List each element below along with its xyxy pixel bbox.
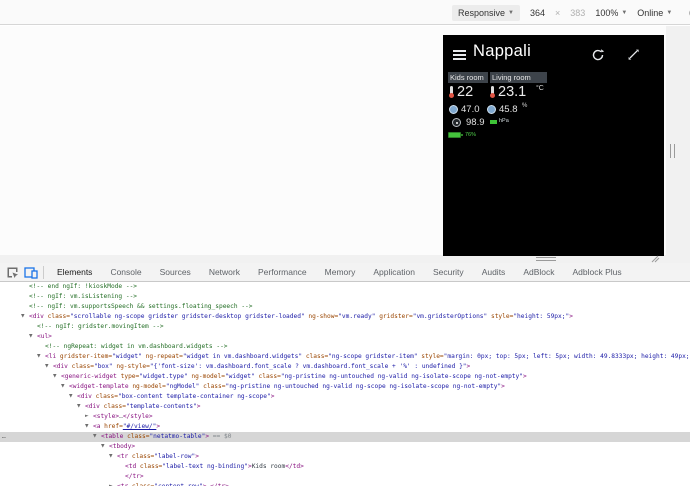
zoom-level: 100% xyxy=(595,8,618,18)
throttling-label: Online xyxy=(637,8,663,18)
app-title: Nappali xyxy=(473,42,531,61)
devtools-tabbar: ElementsConsoleSourcesNetworkPerformance… xyxy=(0,263,690,282)
tree-toggle-icon[interactable]: ▼ xyxy=(37,352,45,362)
refresh-icon[interactable] xyxy=(591,48,605,62)
humidity-unit: % xyxy=(522,103,527,109)
tab-elements[interactable]: Elements xyxy=(48,263,101,281)
gutter-ellipsis[interactable]: … xyxy=(2,432,5,442)
code-line[interactable]: <!-- end ngIf: !kioskMode --> xyxy=(0,282,690,292)
code-line[interactable]: </tr> xyxy=(0,472,690,482)
tree-toggle-icon[interactable]: ▼ xyxy=(21,312,29,322)
tree-toggle-icon[interactable]: ▼ xyxy=(53,372,61,382)
tree-toggle-icon[interactable]: ▼ xyxy=(29,332,37,342)
viewport-bottom-gutter xyxy=(0,255,690,263)
device-toolbar-icon xyxy=(24,266,38,279)
tab-adblock[interactable]: AdBlock xyxy=(514,263,563,281)
device-toolbar: Responsive ▼ 364 × 383 100% ▼ Online ▼ xyxy=(0,0,690,25)
code-line[interactable]: ►<tr class="content-row">…</tr> xyxy=(0,482,690,486)
tree-toggle-icon[interactable]: ▼ xyxy=(93,432,101,442)
tab-sources[interactable]: Sources xyxy=(151,263,200,281)
expand-icon[interactable] xyxy=(627,48,640,61)
code-line[interactable]: <!-- ngRepeat: widget in vm.dashboard.wi… xyxy=(0,342,690,352)
inspect-element-button[interactable] xyxy=(5,265,19,279)
room-label-living[interactable]: Living room xyxy=(490,72,547,83)
humidity-kids: 47.0 xyxy=(461,104,480,115)
tree-toggle-icon[interactable]: ► xyxy=(85,412,93,422)
humidity-icon xyxy=(487,105,496,114)
code-line[interactable]: <!-- ngIf: vm.isListening --> xyxy=(0,292,690,302)
status-chip xyxy=(490,120,497,124)
battery-icon xyxy=(448,132,461,138)
tab-performance[interactable]: Performance xyxy=(249,263,316,281)
code-line[interactable]: ▼<tr class="label-row"> xyxy=(0,452,690,462)
tree-toggle-icon[interactable]: ▼ xyxy=(61,382,69,392)
tree-toggle-icon[interactable]: ▼ xyxy=(101,442,109,452)
toggle-device-toolbar-button[interactable] xyxy=(24,265,38,279)
tree-toggle-icon[interactable]: ▼ xyxy=(109,452,117,462)
temperature-kids: 22 xyxy=(457,84,473,100)
dimension-separator: × xyxy=(555,8,560,18)
viewport-height-field[interactable]: 383 xyxy=(570,8,585,18)
chevron-down-icon: ▼ xyxy=(666,10,672,16)
viewport-width-field[interactable]: 364 xyxy=(530,8,545,18)
network-throttling-dropdown[interactable]: Online ▼ xyxy=(637,8,672,18)
tab-network[interactable]: Network xyxy=(200,263,249,281)
pressure-gauge-icon xyxy=(452,118,461,127)
tree-toggle-icon[interactable]: ▼ xyxy=(77,402,85,412)
room-label-kids[interactable]: Kids room xyxy=(448,72,488,83)
chevron-down-icon: ▼ xyxy=(621,10,627,16)
thermometer-icon xyxy=(490,86,495,98)
code-line[interactable]: ▼<generic-widget type="widget.type" ng-m… xyxy=(0,372,690,382)
inspect-cursor-icon xyxy=(6,266,19,279)
code-line[interactable]: ▼<div class="scrollable ng-scope gridste… xyxy=(0,312,690,322)
code-line[interactable]: ▼<div class="box-content template-contai… xyxy=(0,392,690,402)
tab-application[interactable]: Application xyxy=(364,263,424,281)
menu-icon[interactable] xyxy=(453,50,466,60)
tab-adblock-plus[interactable]: Adblock Plus xyxy=(564,263,631,281)
tree-toggle-icon[interactable]: ▼ xyxy=(85,422,93,432)
code-line[interactable]: ▼<ul> xyxy=(0,332,690,342)
code-line[interactable]: ▼<a href="#/view/"> xyxy=(0,422,690,432)
humidity-living: 45.8 xyxy=(499,104,518,115)
elements-tree: <!-- end ngIf: !kioskMode --><!-- ngIf: … xyxy=(0,282,690,486)
tree-toggle-icon[interactable]: ▼ xyxy=(45,362,53,372)
thermometer-icon xyxy=(449,86,454,98)
temperature-unit: °C xyxy=(536,85,544,92)
code-line[interactable]: ▼<div class="template-contents"> xyxy=(0,402,690,412)
tab-audits[interactable]: Audits xyxy=(473,263,515,281)
device-type-label: Responsive xyxy=(458,8,505,18)
code-line[interactable]: <!-- ngIf: vm.supportsSpeech && settings… xyxy=(0,302,690,312)
code-line[interactable]: ►<style>…</style> xyxy=(0,412,690,422)
code-line[interactable]: <!-- ngIf: gridster.movingItem --> xyxy=(0,322,690,332)
chevron-down-icon: ▼ xyxy=(508,10,514,16)
temperature-living: 23.1 xyxy=(498,84,526,100)
device-viewport: Nappali Kids room Living room 22 23.1 °C… xyxy=(443,35,664,256)
tab-security[interactable]: Security xyxy=(424,263,473,281)
viewport-resize-handle-vertical[interactable] xyxy=(670,144,675,158)
humidity-icon xyxy=(449,105,458,114)
tab-memory[interactable]: Memory xyxy=(316,263,365,281)
tree-toggle-icon[interactable]: ▼ xyxy=(69,392,77,402)
battery-percent: 76% xyxy=(465,132,476,138)
code-line[interactable]: ▼<div class="box" ng-style="{'font-size'… xyxy=(0,362,690,372)
tree-toggle-icon[interactable]: ► xyxy=(109,482,117,486)
viewport-resize-handle-corner[interactable] xyxy=(648,255,660,263)
code-line[interactable]: ▼<tbody> xyxy=(0,442,690,452)
toolbar-divider xyxy=(43,266,44,279)
tab-console[interactable]: Console xyxy=(101,263,150,281)
code-line[interactable]: <td class="label-text ng-binding">Kids r… xyxy=(0,462,690,472)
pressure-value: 98.9 xyxy=(466,117,485,128)
zoom-dropdown[interactable]: 100% ▼ xyxy=(595,8,627,18)
code-line[interactable]: ▼<li gridster-item="widget" ng-repeat="w… xyxy=(0,352,690,362)
code-line-selected[interactable]: ▼<table class="netatmo-table"> == $0… xyxy=(0,432,690,442)
device-type-dropdown[interactable]: Responsive ▼ xyxy=(452,5,520,21)
code-line[interactable]: ▼<widget-template ng-model="ngModel" cla… xyxy=(0,382,690,392)
pressure-unit: hPa xyxy=(499,118,509,124)
viewport-resize-handle-horizontal[interactable] xyxy=(536,257,556,261)
